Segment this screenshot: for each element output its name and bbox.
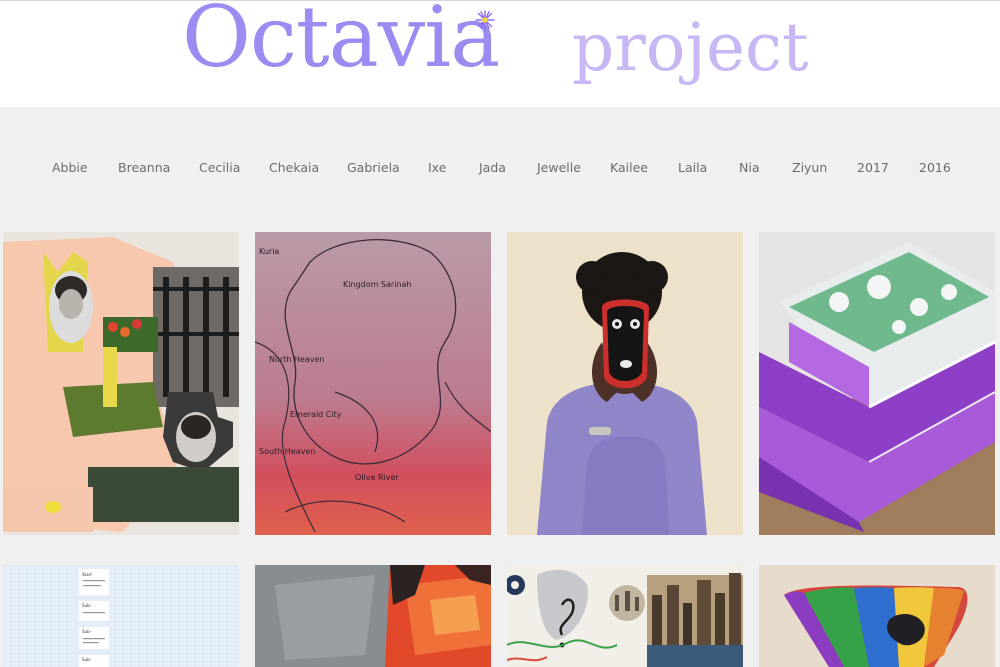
nav-item-abbie[interactable]: Abbie xyxy=(52,160,88,175)
flower-icon xyxy=(475,10,495,30)
gallery-tile-rainbow[interactable] xyxy=(759,565,995,667)
map-label-kuria: Kuria xyxy=(259,247,279,256)
nav-item-cecilia[interactable]: Cecilia xyxy=(199,160,240,175)
gallery-tile-sculpture[interactable] xyxy=(759,232,995,535)
nav-item-jewelle[interactable]: Jewelle xyxy=(537,160,581,175)
map-label-north-heaven: North Heaven xyxy=(269,355,324,364)
artist-nav: Abbie Breanna Cecilia Chekaia Gabriela I… xyxy=(0,107,1000,225)
map-label-south-heaven: South Heaven xyxy=(259,447,315,456)
site-title-octavia: Octavia xyxy=(182,0,500,86)
mask-photo-image xyxy=(507,232,743,535)
nav-item-nia[interactable]: Nia xyxy=(739,160,759,175)
nav-item-ziyun[interactable]: Ziyun xyxy=(792,160,827,175)
note-label-sub-2: Sub- xyxy=(82,629,92,634)
painting-image xyxy=(255,565,491,667)
gallery-tile-collage[interactable] xyxy=(3,232,239,535)
site-logo-link[interactable]: Octavia project xyxy=(182,0,822,108)
map-artwork-image: Kuria Kingdom Sarinah North Heaven Emera… xyxy=(255,232,491,535)
nav-item-laila[interactable]: Laila xyxy=(678,160,707,175)
gallery-tile-painting[interactable] xyxy=(255,565,491,667)
rainbow-sculpture-image xyxy=(759,565,995,667)
sculpture-photo-image xyxy=(759,232,995,535)
note-label-sub-1: Sub- xyxy=(82,603,92,608)
note-label-start: Start xyxy=(82,572,92,577)
site-header: Octavia project xyxy=(0,0,1000,107)
note-label-sub-3: Sub- xyxy=(82,657,92,662)
map-label-emerald-city: Emerald City xyxy=(290,410,342,419)
nav-item-2016[interactable]: 2016 xyxy=(919,160,951,175)
nav-item-jada[interactable]: Jada xyxy=(479,160,506,175)
gallery-tile-flowchart[interactable]: Start Sub- Sub- Sub- xyxy=(3,565,239,667)
nav-item-ixe[interactable]: Ixe xyxy=(428,160,446,175)
gallery-tile-city[interactable] xyxy=(507,565,743,667)
nav-item-chekaia[interactable]: Chekaia xyxy=(269,160,319,175)
city-collage-image xyxy=(507,565,743,667)
site-title-project: project xyxy=(572,9,809,86)
nav-item-breanna[interactable]: Breanna xyxy=(118,160,170,175)
gallery-tile-mask[interactable] xyxy=(507,232,743,535)
map-label-kingdom: Kingdom Sarinah xyxy=(343,280,411,289)
map-label-olive-river: Olive River xyxy=(355,473,399,482)
collage-artwork-image xyxy=(3,232,239,535)
gallery-tile-map[interactable]: Kuria Kingdom Sarinah North Heaven Emera… xyxy=(255,232,491,535)
nav-item-kailee[interactable]: Kailee xyxy=(610,160,648,175)
nav-item-2017[interactable]: 2017 xyxy=(857,160,889,175)
flowchart-image: Start Sub- Sub- Sub- xyxy=(3,565,239,667)
nav-item-gabriela[interactable]: Gabriela xyxy=(347,160,400,175)
